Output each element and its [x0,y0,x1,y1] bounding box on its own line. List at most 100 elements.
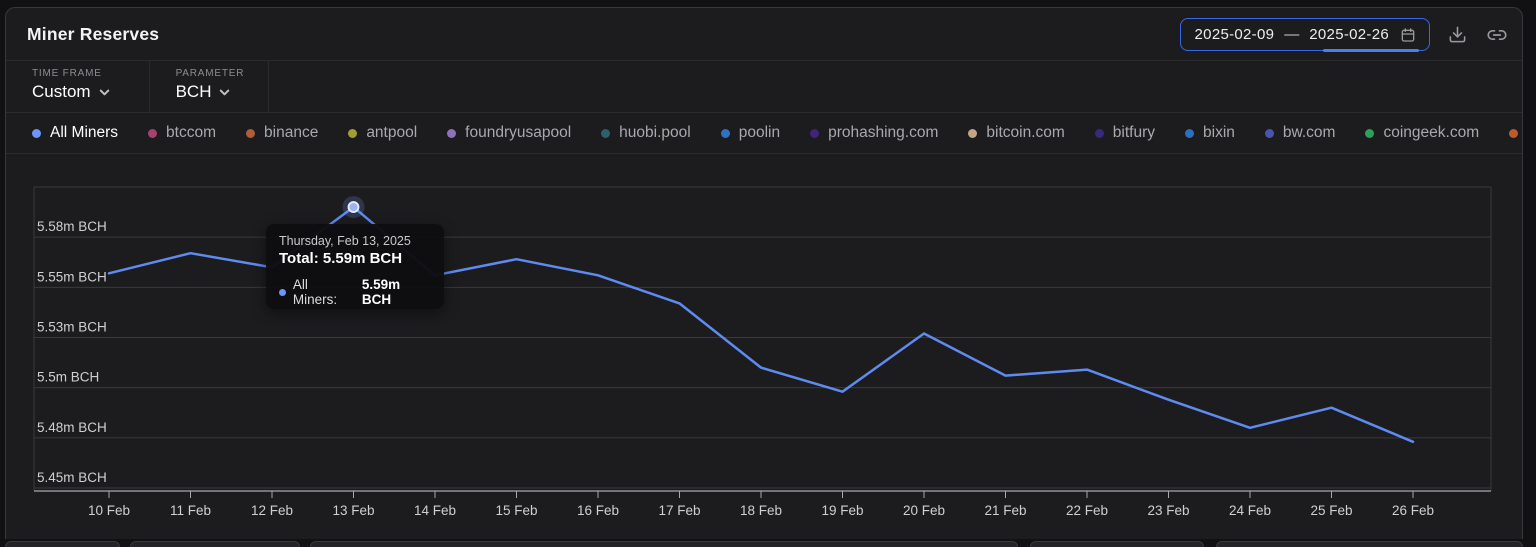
download-button[interactable] [1444,22,1470,48]
y-axis-label: 5.53m BCH [37,320,107,335]
legend-item-antpool[interactable]: antpool [348,124,417,142]
tooltip-total: Total: 5.59m BCH [279,250,432,267]
legend-label: binance [264,124,318,142]
legend-item-bitcoin-com[interactable]: bitcoin.com [968,124,1064,142]
download-icon [1448,25,1467,44]
legend-dot-icon [601,129,610,138]
legend-label: btccom [166,124,216,142]
active-date-underline [1323,49,1419,52]
chart-area[interactable]: 5.58m BCH 5.55m BCH 5.53m BCH 5.5m BCH 5.48m… [6,148,1523,539]
legend-label: huobi.pool [619,124,691,142]
y-axis-label: 5.48m BCH [37,420,107,435]
x-axis-label: 26 Feb [1392,503,1434,518]
legend-item-poolin[interactable]: poolin [721,124,780,142]
y-axis-label: 5.55m BCH [37,269,107,284]
miner-reserves-card: Miner Reserves 2025-02-09 — 2025-02-26 [5,7,1523,539]
x-axis-label: 20 Feb [903,503,945,518]
control-time-frame[interactable]: TIME FRAME Custom [6,61,150,112]
legend-label: prohashing.com [828,124,938,142]
legend-label: bitcoin.com [986,124,1064,142]
page-title: Miner Reserves [27,24,159,45]
control-value[interactable]: BCH [176,82,245,102]
legend-dot-icon [246,129,255,138]
legend-dot-icon [32,129,41,138]
legend-item-bixin[interactable]: bixin [1185,124,1235,142]
legend-label: bixin [1203,124,1235,142]
x-axis-label: 14 Feb [414,503,456,518]
legend-dot-icon [1265,129,1274,138]
share-link-button[interactable] [1484,22,1510,48]
link-icon [1487,25,1507,45]
legend-label: bitfury [1113,124,1155,142]
date-separator: — [1284,26,1299,43]
line-chart[interactable]: 5.58m BCH 5.55m BCH 5.53m BCH 5.5m BCH 5.48m… [6,148,1523,539]
legend-item-coingeek-com[interactable]: coingeek.com [1365,124,1479,142]
next-card-top [130,541,300,547]
legend-item-bw-com[interactable]: bw.com [1265,124,1336,142]
control-label: PARAMETER [176,68,245,79]
header-actions: 2025-02-09 — 2025-02-26 [1180,8,1510,61]
x-axis-label: 25 Feb [1310,503,1352,518]
x-axis-label: 19 Feb [821,503,863,518]
x-axis-label: 18 Feb [740,503,782,518]
x-axis-label: 16 Feb [577,503,619,518]
x-axis-label: 15 Feb [495,503,537,518]
legend-item-all-miners[interactable]: All Miners [32,124,118,142]
card-header: Miner Reserves 2025-02-09 — 2025-02-26 [6,8,1522,61]
y-axis-label: 5.58m BCH [37,219,107,234]
tooltip-date: Thursday, Feb 13, 2025 [279,234,432,248]
legend-item-prohashing-com[interactable]: prohashing.com [810,124,938,142]
x-axis-label: 11 Feb [170,503,211,518]
x-axis-label: 22 Feb [1066,503,1108,518]
series-bullet-icon [279,289,286,296]
x-axis-label: 10 Feb [88,503,130,518]
y-axis-label: 5.5m BCH [37,370,99,385]
next-row-cards-edge [0,541,1536,547]
control-label: TIME FRAME [32,68,111,79]
legend-dot-icon [148,129,157,138]
hover-marker[interactable] [349,202,359,212]
y-axis-label: 5.45m BCH [37,470,107,485]
tooltip-series-value: 5.59m BCH [362,277,432,307]
legend-label: antpool [366,124,417,142]
x-axis-label: 24 Feb [1229,503,1271,518]
legend-item-foundryusapool[interactable]: foundryusapool [447,124,571,142]
next-card-top [5,541,120,547]
legend-dot-icon [1185,129,1194,138]
control-value[interactable]: Custom [32,82,111,102]
x-axis-label: 21 Feb [984,503,1026,518]
calendar-icon[interactable] [1399,26,1417,44]
legend-item-sbi-crypto[interactable]: sbi crypto [1509,124,1522,142]
legend-dot-icon [447,129,456,138]
control-parameter[interactable]: PARAMETER BCH [150,61,270,112]
next-card-top [1216,541,1523,547]
date-start[interactable]: 2025-02-09 [1195,26,1275,43]
controls-row: TIME FRAME Custom PARAMETER BCH [6,61,1522,113]
legend-dot-icon [1365,129,1374,138]
legend-item-binance[interactable]: binance [246,124,318,142]
legend-item-huobi-pool[interactable]: huobi.pool [601,124,691,142]
date-end[interactable]: 2025-02-26 [1309,26,1389,43]
legend-item-bitfury[interactable]: bitfury [1095,124,1155,142]
legend-label: poolin [739,124,780,142]
legend-dot-icon [348,129,357,138]
legend-dot-icon [968,129,977,138]
legend-label: coingeek.com [1383,124,1479,142]
legend-dot-icon [1095,129,1104,138]
legend-dot-icon [721,129,730,138]
legend-item-btccom[interactable]: btccom [148,124,216,142]
legend-label: bw.com [1283,124,1336,142]
legend-dot-icon [810,129,819,138]
chart-tooltip: Thursday, Feb 13, 2025 Total: 5.59m BCH … [266,224,444,309]
x-axis-label: 12 Feb [251,503,293,518]
x-axis-label: 17 Feb [658,503,700,518]
chevron-down-icon [98,86,111,99]
x-axis-label: 13 Feb [332,503,374,518]
legend-dot-icon [1509,129,1518,138]
chevron-down-icon [218,86,231,99]
next-card-top [1030,541,1204,547]
next-card-top [310,541,1018,547]
tooltip-series-name: All Miners: [293,277,355,307]
x-axis-label: 23 Feb [1147,503,1189,518]
date-range-picker[interactable]: 2025-02-09 — 2025-02-26 [1180,18,1430,51]
